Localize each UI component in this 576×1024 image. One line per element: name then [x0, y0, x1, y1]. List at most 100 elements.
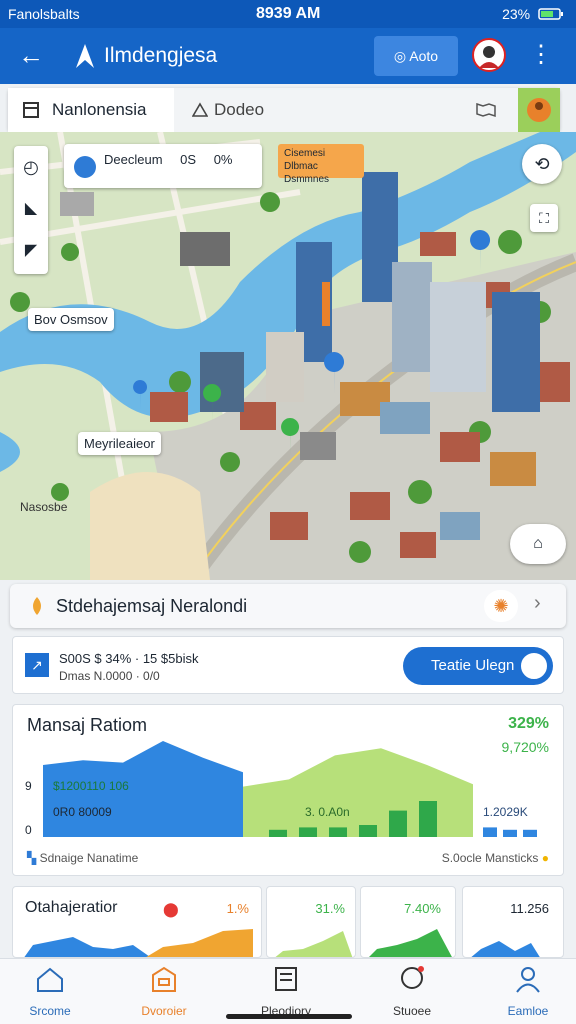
stats-chart-card: Mansaj Ratiom 329% 9,720% 9 0 $1200110 1… [12, 704, 564, 876]
mini-card-2-chart [275, 931, 353, 957]
map-canvas [0, 132, 576, 580]
mini-card-3-value: 7.40% [404, 901, 441, 916]
blue-bar-1 [503, 829, 517, 837]
profile-icon [516, 967, 540, 993]
chart-footer-left: ▚ Sdnaige Nanatime [27, 851, 138, 865]
map-label-marina[interactable]: Meyrileaieor [78, 432, 161, 455]
mini-card-4-value: 11.256 [510, 901, 549, 916]
chart-footer-right: S.0ocle Mansticks ● [442, 851, 549, 865]
battery-indicator: 23% [502, 6, 564, 22]
tab-secondary[interactable]: Dodeo [184, 88, 354, 132]
mini-card-3[interactable]: 7.40% [360, 886, 456, 958]
lightbulb-icon: ● [538, 851, 549, 865]
route-line-1: S00S $ 34% · 15 $5bisk [59, 651, 199, 666]
route-start-button[interactable]: Teatie Ulegn [403, 647, 553, 685]
battery-text: 23% [502, 6, 531, 22]
app-logo-icon [76, 44, 94, 68]
info-pin-icon [74, 156, 96, 178]
document-icon [23, 102, 39, 118]
chart-footer-right-text: S.0ocle Mansticks [441, 851, 539, 865]
info-card-value: 0S [180, 152, 197, 167]
route-line-2: Dmas N.0000 · 0/0 [59, 669, 160, 683]
nav-item-4[interactable]: Stuoee [362, 965, 462, 1018]
compass-icon[interactable]: ◴ [14, 146, 48, 188]
map-label-bay[interactable]: Bov Osmsov [28, 308, 114, 331]
back-arrow-icon[interactable]: ← [14, 40, 48, 74]
layer-thumbnail[interactable] [518, 88, 560, 132]
map-info-card[interactable]: Deecleum 0S 0% [64, 144, 262, 188]
status-time: 8939 AM [256, 5, 321, 22]
blue-bar-series [483, 827, 537, 837]
green-bar-5 [419, 801, 437, 837]
settings-icon[interactable]: ✺ [484, 590, 518, 622]
mini-card-1-value: 1.% [226, 901, 249, 916]
nav-item-3[interactable]: Pleodiory [236, 965, 336, 1018]
nav-item-4-label: Stuoee [392, 1004, 432, 1018]
mini-card-2[interactable]: 31.% [266, 886, 356, 958]
location-bar[interactable]: Stdehajemsaj Neralondi ✺ › [10, 584, 566, 628]
avatar[interactable] [472, 38, 506, 72]
mini-card-2-value: 31.% [315, 901, 345, 916]
location-icon [28, 596, 46, 616]
lime-area-series [243, 748, 473, 837]
location-title: Stdehajemsaj Neralondi [56, 596, 248, 616]
mini-card-1-title: Otahajeratior [25, 899, 118, 916]
triangle-icon [192, 102, 208, 117]
fold-map-icon[interactable] [476, 102, 496, 118]
chip-label: Aoto [409, 48, 439, 64]
book-icon [275, 967, 297, 991]
green-bar-0 [269, 829, 287, 837]
expand-icon[interactable]: ⛶ [530, 204, 558, 232]
green-bar-3 [359, 825, 377, 837]
pin-icon: ⬤ [163, 901, 179, 917]
green-bar-1 [299, 827, 317, 837]
nav-item-1[interactable]: Srcome [0, 965, 100, 1018]
more-options-icon[interactable]: ⋮ [528, 40, 554, 70]
chart-footer-left-text: Sdnaige Nanatime [39, 851, 139, 865]
chevron-right-icon[interactable]: › [534, 592, 541, 615]
tab-primary-label: Nanlonensia [52, 100, 147, 119]
map-view[interactable]: ◴ ◣ ◤ Deecleum 0S 0% Cisemesi Dlbmac Dsm… [0, 132, 576, 580]
nav-item-2[interactable]: Dvoroier [114, 965, 214, 1018]
rotate-icon[interactable]: ◤ [14, 230, 48, 272]
legend-marker-icon: ▚ [27, 851, 40, 865]
chart-overlay-1: $1200110 106 [53, 779, 129, 793]
app-title: Ilmdengjesa [104, 44, 218, 67]
nav-item-2-label: Dvoroier [141, 1004, 187, 1018]
nav-item-5[interactable]: Eamloe [478, 965, 576, 1018]
app-bar: ← Ilmdengjesa ◎ Aoto ⋮ [0, 28, 576, 84]
locate-icon[interactable]: ⟲ [522, 144, 562, 184]
route-icon: ↗ [25, 653, 49, 677]
mini-card-1[interactable]: Otahajeratior ⬤ 1.% [12, 886, 262, 958]
map-label-district: Nasosbe [20, 500, 68, 514]
chart-tick-9: 9 [25, 779, 32, 793]
avatar-icon [479, 46, 499, 68]
home-indicator [226, 1014, 352, 1019]
nav-item-1-label: Srcome [29, 1004, 71, 1018]
store-icon [152, 966, 176, 992]
map-tabs: Nanlonensia Dodeo [8, 88, 560, 132]
map-controls: ◴ ◣ ◤ [14, 146, 48, 274]
route-card: ↗ S00S $ 34% · 15 $5bisk Dmas N.0000 · 0… [12, 636, 564, 694]
route-button-label: Teatie Ulegn [431, 657, 515, 674]
chart-overlay-3: 3. 0.A0n [305, 805, 350, 819]
mini-card-4[interactable]: 11.256 [462, 886, 564, 958]
map-action-button[interactable]: ⌂ [510, 524, 566, 564]
blue-bar-2 [523, 829, 537, 837]
info-card-extra: 0% [213, 152, 233, 167]
tab-primary[interactable]: Nanlonensia [8, 88, 174, 132]
home-icon [37, 967, 63, 992]
chat-icon [401, 966, 424, 989]
user-location-icon [527, 98, 551, 122]
header-chip-button[interactable]: ◎ Aoto [374, 36, 458, 76]
status-bar: Fanolsbalts 8939 AM 23% [0, 0, 576, 28]
chart-tick-0: 0 [25, 823, 32, 837]
tilt-icon[interactable]: ◣ [14, 188, 48, 230]
compass-icon: ◎ [393, 48, 410, 64]
chart-overlay-4: 1.2029K [483, 805, 528, 819]
nav-item-5-label: Eamloe [507, 1004, 549, 1018]
mini-card-1-chart [24, 929, 253, 957]
mini-card-4-chart [471, 941, 540, 957]
map-callout[interactable]: Cisemesi Dlbmac Dsmmnes [278, 144, 364, 185]
chart-overlay-2: 0R0 80009 [53, 805, 112, 819]
